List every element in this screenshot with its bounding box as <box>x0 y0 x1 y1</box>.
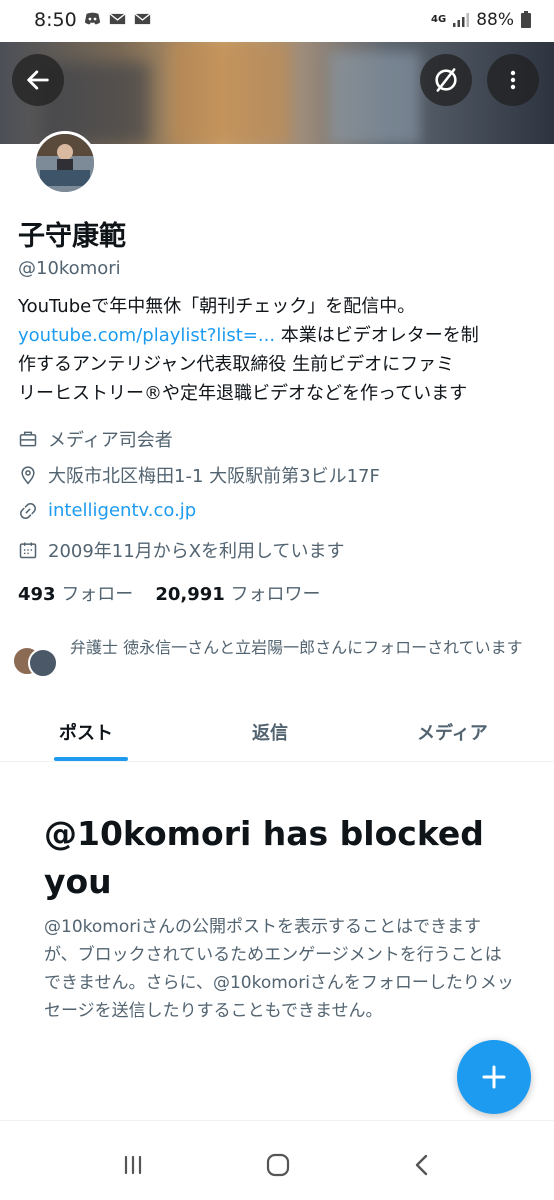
tab-replies[interactable]: 返信 <box>252 719 288 745</box>
following-link[interactable]: 493 フォロー <box>18 580 133 606</box>
followers-link[interactable]: 20,991 フォロワー <box>155 580 320 606</box>
more-options-button[interactable] <box>487 54 539 106</box>
tab-media[interactable]: メディア <box>417 719 488 745</box>
job-text: メディア司会者 <box>48 430 173 451</box>
compose-button[interactable] <box>457 1040 531 1114</box>
website-link[interactable]: intelligentv.co.jp <box>48 500 196 521</box>
mail-icon <box>134 13 151 25</box>
status-right: 4G 88% <box>431 10 532 30</box>
followers-count: 20,991 <box>155 584 225 605</box>
profile-handle: @10komori <box>18 258 121 279</box>
signal-icon <box>453 13 470 27</box>
arrow-left-icon <box>27 70 49 90</box>
recent-apps-icon <box>124 1155 142 1175</box>
back-button[interactable] <box>12 54 64 106</box>
network-type: 4G <box>431 14 447 25</box>
nav-back-button[interactable] <box>402 1149 442 1181</box>
home-icon <box>266 1153 290 1177</box>
followers-label: フォロワー <box>230 584 321 605</box>
location-pin-icon <box>21 466 35 485</box>
bio-line: youtube.com/playlist?list=... 本業はビデオレターを… <box>18 321 543 350</box>
following-count: 493 <box>18 584 56 605</box>
blocked-title: @10komori has blocked you <box>44 814 484 901</box>
bio-line: YouTubeで年中無休「朝刊チェック」を配信中。 <box>18 296 416 317</box>
plus-icon <box>482 1065 506 1089</box>
discord-icon <box>84 12 101 25</box>
recent-apps-button[interactable] <box>113 1149 153 1181</box>
bio-link[interactable]: youtube.com/playlist?list=... <box>18 325 275 346</box>
mail-icon <box>109 13 126 25</box>
tab-posts[interactable]: ポスト <box>59 719 113 745</box>
profile-location: 大阪市北区梅田1-1 大阪駅前第3ビル17F <box>18 462 380 488</box>
blocked-description: @10komoriさんの公開ポストを表示することはできますが、ブロックされている… <box>44 917 514 1021</box>
profile-bio: YouTubeで年中無休「朝刊チェック」を配信中。 youtube.com/pl… <box>18 292 543 408</box>
system-nav-bar <box>0 1120 554 1200</box>
status-time: 8:50 <box>34 9 77 31</box>
more-vertical-icon <box>510 70 516 90</box>
followed-by-text: 弁護士 徳永信一さんと立岩陽一郎さんにフォローされています <box>70 638 523 657</box>
followed-by-avatars <box>12 644 62 680</box>
bio-line: リーヒストリー®や定年退職ビデオなどを作っています <box>18 383 468 404</box>
profile-banner[interactable] <box>0 42 554 144</box>
battery-icon <box>521 11 531 28</box>
follow-stats: 493 フォロー 20,991 フォロワー <box>18 580 321 606</box>
briefcase-icon <box>19 431 37 447</box>
battery-percent: 88% <box>476 10 514 30</box>
display-name: 子守康範 <box>18 221 126 252</box>
active-tab-indicator <box>54 757 128 761</box>
circle-slash-icon <box>435 68 457 92</box>
profile-joined: 2009年11月からXを利用しています <box>18 537 345 563</box>
joined-text: 2009年11月からXを利用しています <box>48 541 345 562</box>
notification-icons <box>84 12 151 26</box>
profile-avatar[interactable] <box>33 131 97 195</box>
profile-tabs: ポスト 返信 メディア <box>0 706 554 762</box>
status-bar: 8:50 4G 88% <box>0 0 554 42</box>
profile-website[interactable]: intelligentv.co.jp <box>18 500 196 521</box>
calendar-icon <box>19 542 37 559</box>
home-button[interactable] <box>258 1149 298 1181</box>
bio-text: 本業はビデオレターを制 <box>275 325 479 346</box>
profile-job: メディア司会者 <box>18 426 173 452</box>
bio-line: 作するアンテリジャン代表取締役 生前ビデオにファミ <box>18 354 455 375</box>
chevron-left-icon <box>415 1154 428 1176</box>
block-status-button[interactable] <box>420 54 472 106</box>
link-icon <box>20 502 36 519</box>
location-text: 大阪市北区梅田1-1 大阪駅前第3ビル17F <box>48 466 380 487</box>
avatar <box>28 648 58 678</box>
following-label: フォロー <box>61 584 134 605</box>
